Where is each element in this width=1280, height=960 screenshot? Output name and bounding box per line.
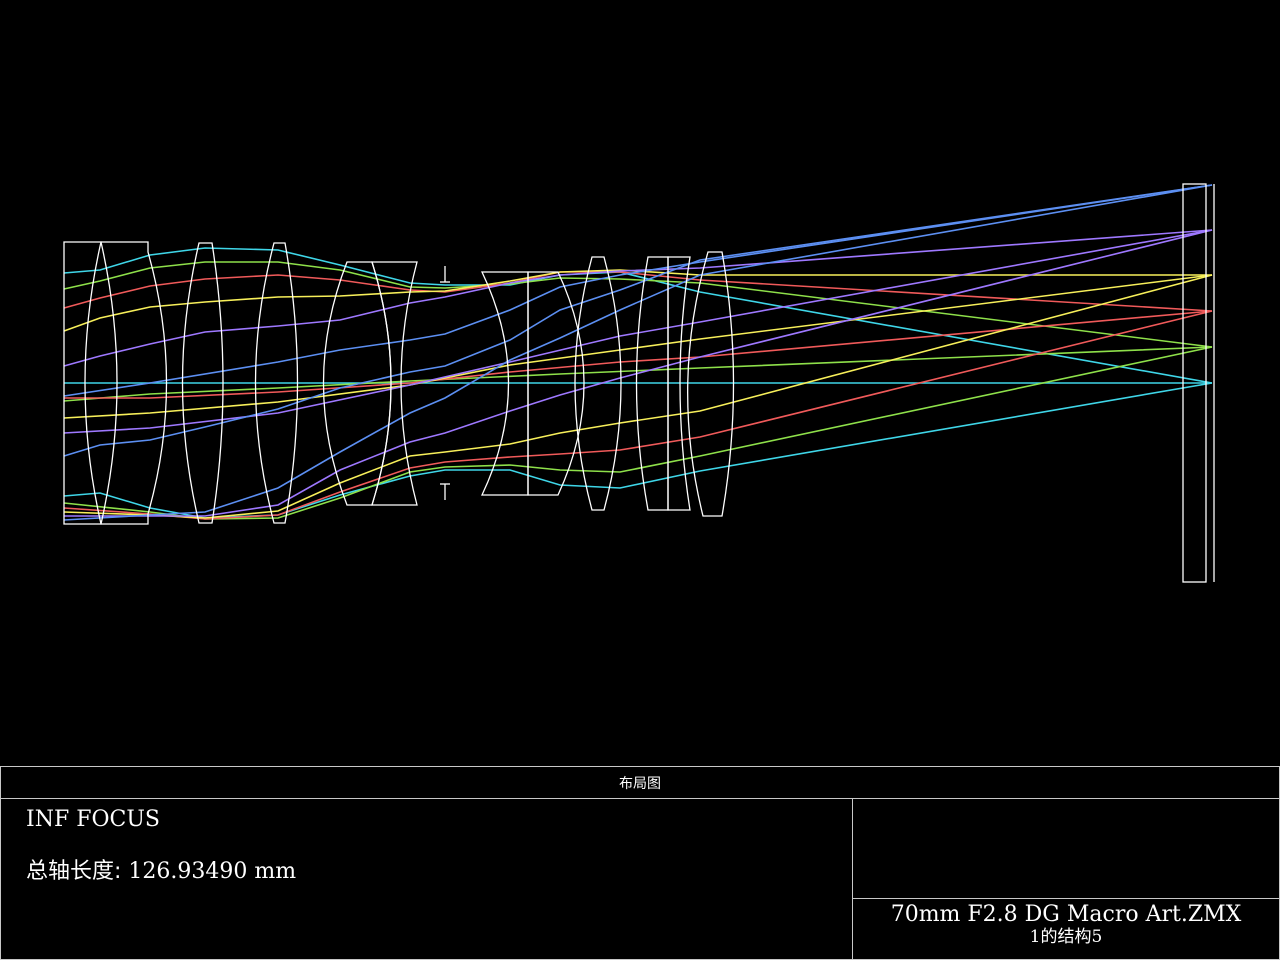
file-name: 70mm F2.8 DG Macro Art.ZMX xyxy=(890,902,1242,927)
title-block-notes: INF FOCUS 总轴长度: 126.93490 mm xyxy=(1,799,853,959)
focus-note: INF FOCUS xyxy=(26,807,160,832)
configuration-label: 1的结构5 xyxy=(1029,927,1103,947)
total-length-value: 126.93490 mm xyxy=(128,859,297,884)
total-length-line: 总轴长度: 126.93490 mm xyxy=(26,853,296,885)
title-block-header: 布局图 xyxy=(1,767,1279,799)
title-block-file-info: 70mm F2.8 DG Macro Art.ZMX 1的结构5 xyxy=(853,899,1279,959)
title-block: 布局图 INF FOCUS 总轴长度: 126.93490 mm 70mm F2… xyxy=(0,766,1280,960)
lens-layout-diagram xyxy=(0,0,1280,766)
title-block-empty-cell xyxy=(853,799,1279,899)
total-length-label: 总轴长度: xyxy=(26,859,122,884)
